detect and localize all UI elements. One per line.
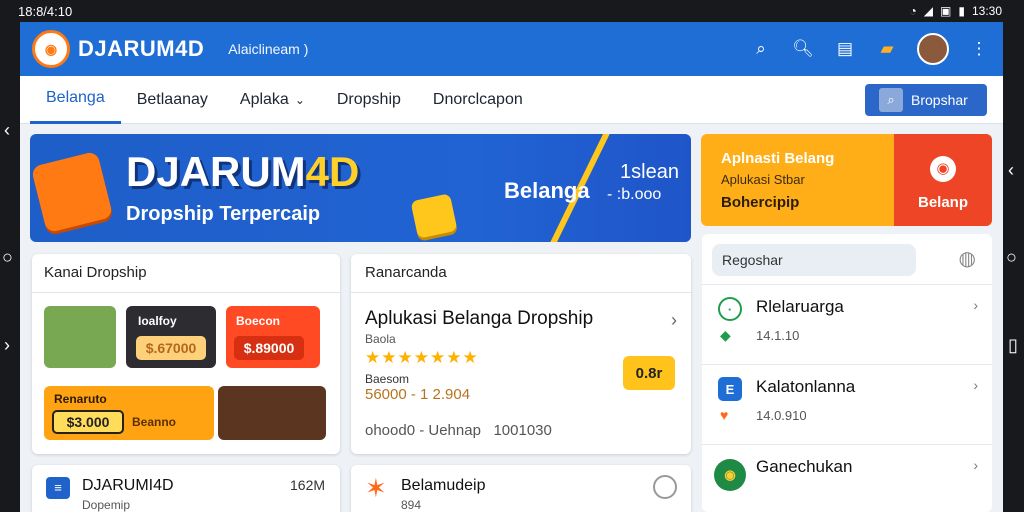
brand-subtitle: Alaiclineam )	[228, 41, 309, 57]
tab-dnorclcapon[interactable]: Dnorclcapon	[417, 76, 539, 124]
card-footer: ohood0 - Uehnap 1001030	[365, 422, 552, 439]
promo-button[interactable]: Belanp	[894, 194, 992, 211]
promo-line-3: Bohercipip	[721, 194, 800, 211]
circle-icon[interactable]: ○	[2, 247, 13, 268]
circle-icon[interactable]: ○	[1006, 247, 1017, 268]
tag-icon: ◆	[720, 327, 731, 343]
list-item[interactable]: · Rlelaruarga ◆ 14.1.10 ›	[702, 284, 992, 364]
promo-line-2: Aplukasi Stbar	[721, 172, 805, 187]
status-bar: 18:8/4:10 ◔ ◢ ▣ ▮ 13:30	[0, 0, 1024, 22]
tab-betlaanay[interactable]: Betlaanay	[121, 76, 224, 124]
coin-icon	[410, 193, 458, 239]
brand-name[interactable]: DJARUM4D	[78, 36, 204, 62]
gallery-icon: ▣	[940, 4, 952, 18]
hero-banner[interactable]: DJARUM4D Dropship Terpercaip Belanga 1sl…	[30, 134, 691, 242]
banner-right-bottom: - :b.ooo	[607, 186, 662, 203]
search-input[interactable]: Regoshar	[712, 244, 916, 276]
card-title: Ranarcanda	[365, 264, 447, 281]
search-button[interactable]: ⌕ Bropshar	[865, 84, 987, 116]
promo-pill-tile[interactable]: Renaruto $3.000 Beanno	[44, 386, 214, 440]
chevron-right-icon[interactable]: ›	[973, 297, 978, 313]
status-time-right: 13:30	[971, 4, 1002, 18]
product-tile-basket[interactable]	[44, 306, 116, 368]
chat-icon[interactable]: ◍	[959, 246, 976, 271]
app-card-belamudeip[interactable]: ✶ Belamudeip 894	[351, 465, 691, 512]
notification-search-icon[interactable]: 🔍︎	[791, 37, 815, 61]
status-time-left: 18:8/4:10	[18, 3, 73, 19]
chevron-left-icon[interactable]: ‹	[1008, 160, 1014, 181]
app-sub: Baola	[365, 332, 396, 346]
tab-aplaka[interactable]: Aplaka ⌄	[224, 76, 321, 124]
banner-right-top: 1slean	[620, 161, 679, 183]
product-tile-a[interactable]: Ioalfoy $.67000	[126, 306, 216, 368]
search-icon[interactable]: ⌕	[749, 37, 773, 61]
gallery-icon[interactable]: ▤	[833, 37, 857, 61]
product-tile-food[interactable]	[218, 386, 326, 440]
promo-icon: ◉	[930, 156, 956, 182]
clock-icon: ·	[718, 297, 742, 321]
signal-icon: ◢	[923, 4, 934, 18]
tab-dropship[interactable]: Dropship	[321, 76, 417, 124]
promo-line-1: Aplnasti Belang	[721, 150, 835, 167]
price-label: Baesom	[365, 372, 410, 386]
top-app-bar: ◉ DJARUM4D Alaiclineam ) ⌕ 🔍︎ ▤ ▰ ⋮	[20, 22, 1003, 76]
cart-icon[interactable]: ▰	[875, 37, 899, 61]
app-icon: E	[718, 377, 742, 401]
screen-frame: 18:8/4:10 ◔ ◢ ▣ ▮ 13:30 ◉ DJARUM4D Alaic…	[0, 0, 1024, 512]
square-icon[interactable]: ▯	[1008, 335, 1018, 356]
chevron-right-icon[interactable]: ›	[973, 377, 978, 393]
app-window: ◉ DJARUM4D Alaiclineam ) ⌕ 🔍︎ ▤ ▰ ⋮ Bela…	[20, 22, 1003, 512]
chevron-down-icon: ⌄	[294, 92, 305, 107]
search-icon: ⌕	[879, 88, 903, 112]
product-tile-b[interactable]: Boecon $.89000	[226, 306, 320, 368]
rating-stars: ★★★★★★★	[365, 348, 479, 367]
star-icon: ✶	[365, 473, 387, 503]
avatar[interactable]	[917, 33, 949, 65]
brand-logo[interactable]: ◉	[32, 30, 70, 68]
chevron-right-icon[interactable]: ›	[4, 335, 10, 356]
heart-icon: ♥	[720, 407, 729, 423]
wifi-icon: ◔	[909, 4, 917, 18]
rating-badge[interactable]: 0.8r	[623, 356, 675, 390]
chevron-left-icon[interactable]: ‹	[4, 120, 10, 141]
banner-subtitle: Dropship Terpercaip	[126, 203, 321, 225]
list-item[interactable]: ◉ Ganechukan ›	[702, 444, 992, 512]
shopping-box-icon	[30, 150, 114, 234]
app-heading: Aplukasi Belanga Dropship	[365, 308, 594, 329]
promo-card[interactable]: ◉ Aplnasti Belang Aplukasi Stbar Boherci…	[701, 134, 992, 226]
dropship-card[interactable]: Kanai Dropship Ioalfoy $.67000 Boecon $.…	[32, 254, 340, 454]
right-panel: Regoshar ◍ · Rlelaruarga ◆ 14.1.10 › E K…	[702, 234, 992, 512]
card-title: Kanai Dropship	[44, 264, 147, 281]
chevron-right-icon[interactable]: ›	[973, 457, 978, 473]
tab-belanga[interactable]: Belanga	[30, 76, 121, 124]
more-menu-icon[interactable]: ⋮	[967, 37, 991, 61]
tab-bar: Belanga Betlaanay Aplaka ⌄ Dropship Dnorc…	[20, 76, 1003, 124]
battery-icon: ▮	[958, 4, 965, 18]
banner-label: Belanga	[504, 178, 590, 203]
list-icon: ≡	[46, 477, 70, 499]
recommend-card[interactable]: Ranarcanda Aplukasi Belanga Dropship › B…	[351, 254, 691, 454]
price-range: 56000 - 1 2.904	[365, 386, 471, 403]
clock-icon[interactable]	[653, 475, 677, 499]
list-item[interactable]: E Kalatonlanna ♥ 14.0.910 ›	[702, 364, 992, 444]
banner-title: DJARUM4D	[126, 148, 360, 195]
app-card-djarum[interactable]: ≡ DJARUMI4D Dopemip 162M	[32, 465, 340, 512]
avatar: ◉	[714, 459, 746, 491]
chevron-right-icon[interactable]: ›	[671, 310, 677, 331]
